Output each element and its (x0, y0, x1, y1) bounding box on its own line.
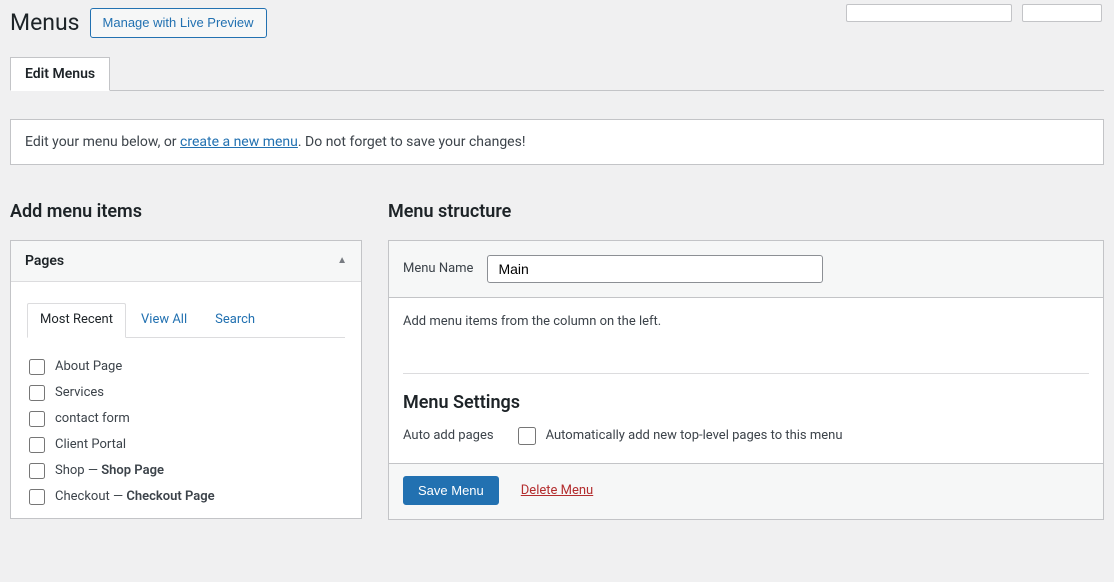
list-item: Services (27, 380, 345, 406)
list-item: contact form (27, 406, 345, 432)
notice-suffix: . Do not forget to save your changes! (298, 134, 526, 150)
save-menu-button[interactable]: Save Menu (403, 476, 499, 505)
auto-add-label: Auto add pages (403, 428, 494, 443)
page-checkbox[interactable] (29, 385, 45, 401)
page-checkbox[interactable] (29, 489, 45, 505)
menu-name-input[interactable] (487, 255, 823, 283)
menu-structure-heading: Menu structure (388, 201, 1104, 222)
delete-menu-link[interactable]: Delete Menu (521, 483, 593, 498)
pages-list: About Page Services contact form Client … (27, 354, 345, 510)
menu-structure-panel: Menu Name Add menu items from the column… (388, 240, 1104, 520)
page-label: About Page (55, 359, 122, 374)
tab-edit-menus[interactable]: Edit Menus (10, 57, 110, 91)
screen-option-button-1[interactable] (846, 4, 1012, 22)
subtab-view-all[interactable]: View All (128, 303, 200, 338)
list-item: Checkout — Checkout Page (27, 484, 345, 510)
auto-add-checkbox[interactable] (518, 427, 536, 445)
menu-name-label: Menu Name (403, 261, 473, 276)
subtab-search[interactable]: Search (202, 303, 268, 338)
notice-prefix: Edit your menu below, or (25, 134, 180, 150)
pages-accordion: Pages ▲ Most Recent View All Search Abou… (10, 240, 362, 519)
page-label: Client Portal (55, 437, 126, 452)
notice-banner: Edit your menu below, or create a new me… (10, 119, 1104, 165)
pages-accordion-header[interactable]: Pages ▲ (11, 241, 361, 282)
page-label: Services (55, 385, 104, 400)
page-checkbox[interactable] (29, 359, 45, 375)
page-checkbox[interactable] (29, 437, 45, 453)
list-item: About Page (27, 354, 345, 380)
page-checkbox[interactable] (29, 411, 45, 427)
caret-up-icon: ▲ (337, 255, 347, 266)
page-label: Checkout — Checkout Page (55, 489, 215, 504)
screen-option-button-2[interactable] (1022, 4, 1102, 22)
page-label: contact form (55, 411, 130, 426)
page-title: Menus (10, 9, 80, 36)
screen-options-area (846, 4, 1102, 22)
auto-add-desc: Automatically add new top-level pages to… (546, 428, 843, 443)
subtab-most-recent[interactable]: Most Recent (27, 303, 126, 338)
page-label: Shop — Shop Page (55, 463, 164, 478)
list-item: Shop — Shop Page (27, 458, 345, 484)
page-checkbox[interactable] (29, 463, 45, 479)
divider (403, 373, 1089, 374)
add-items-heading: Add menu items (10, 201, 362, 222)
list-item: Client Portal (27, 432, 345, 458)
live-preview-button[interactable]: Manage with Live Preview (90, 8, 267, 38)
pages-accordion-title: Pages (25, 253, 64, 269)
menu-settings-title: Menu Settings (403, 392, 1089, 413)
create-new-menu-link[interactable]: create a new menu (180, 134, 298, 150)
structure-hint: Add menu items from the column on the le… (403, 314, 1089, 329)
